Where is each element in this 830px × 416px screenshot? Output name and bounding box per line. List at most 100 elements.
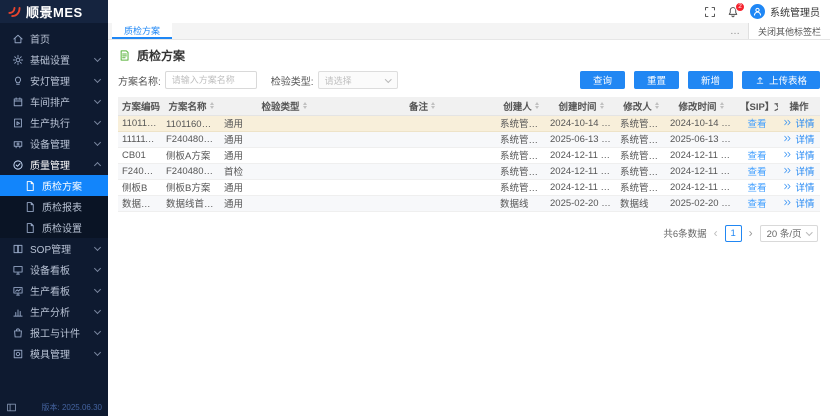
quality-icon [12,159,24,171]
tabbar-spacer [172,23,722,39]
table-row[interactable]: F2404801.06... F2404801.06.1.1 首检 系统管理员 … [118,163,820,179]
sip-view-link[interactable]: 查看 [747,151,766,162]
content: 质检方案 方案名称: 检验类型: 请选择 查询 重置 新增 上传表格 [108,40,830,416]
table-row[interactable]: 1101160080... 11011600801-DI检验... 通用 系统管… [118,115,820,131]
column-header-name[interactable]: 方案名称 [162,97,220,115]
chevron-down-icon [94,307,101,314]
double-arrow-icon [783,150,792,159]
sip-view-link[interactable]: 查看 [747,119,766,130]
total-records-label: 共6条数据 [663,226,706,240]
detail-link[interactable]: 详情 [783,180,814,194]
equipment-board-icon [12,264,24,276]
detail-link[interactable]: 详情 [783,148,814,162]
column-header-sip-file[interactable]: 【SIP】文件 [736,97,778,115]
plan-name-input[interactable] [165,71,257,89]
chevron-down-icon [94,244,101,251]
chevron-down-icon [94,349,101,356]
home-icon [12,33,24,45]
fullscreen-icon[interactable] [704,6,716,18]
workshop-schedule-icon [12,96,24,108]
column-header-modified[interactable]: 修改时间 [666,97,736,115]
detail-link[interactable]: 详情 [783,132,814,146]
sidebar-item-production-board[interactable]: 生产看板 [0,280,108,301]
page-title: 质检方案 [137,47,185,64]
sip-view-link[interactable]: 查看 [747,183,766,194]
column-header-created[interactable]: 创建时间 [546,97,616,115]
topbar: 2 系统管理员 [108,0,830,23]
next-page-button[interactable]: › [749,227,753,239]
tabbar: 质检方案 … 关闭其他标签栏 [108,23,830,40]
sort-icon [655,102,659,109]
sidebar-item-piecework[interactable]: 报工与计件 [0,322,108,343]
sidebar-item-inspection-plan[interactable]: 质检方案 [0,175,108,196]
sidebar-item-sop[interactable]: SOP管理 [0,238,108,259]
sidebar-item-workshop-schedule[interactable]: 车间排产 [0,91,108,112]
sidebar-item-mold[interactable]: 模具管理 [0,343,108,364]
collapse-sidebar-icon[interactable] [6,402,17,413]
file-icon [24,222,36,234]
logo-icon [7,4,22,19]
sidebar-item-basic-settings[interactable]: 基础设置 [0,49,108,70]
column-header-operation: 操作 [778,97,820,115]
sip-view-link[interactable]: 查看 [747,167,766,178]
sop-icon [12,243,24,255]
production-execute-icon [12,117,24,129]
sidebar-item-production-execute[interactable]: 生产执行 [0,112,108,133]
sidebar-item-home[interactable]: 首页 [0,28,108,49]
tab-inspection-plan[interactable]: 质检方案 [112,23,172,39]
sidebar-item-quality[interactable]: 质量管理 [0,154,108,175]
table-row[interactable]: 侧板B 侧板B方案 通用 系统管理员 2024-12-11 19:55:29 系… [118,179,820,195]
double-arrow-icon [783,182,792,191]
file-icon [24,201,36,213]
file-icon [24,180,36,192]
upload-icon [755,75,765,85]
production-analysis-icon [12,306,24,318]
sort-icon [720,102,724,109]
app-window: 顺景MES 首页 基础设置 安灯管理 车间排产 [0,0,830,416]
sidebar-item-equipment[interactable]: 设备管理 [0,133,108,154]
equipment-icon [12,138,24,150]
avatar [750,4,765,19]
table-header-row: 方案编码 方案名称 检验类型 备注 创建人 创建时间 修改人 修改时间 【SIP… [118,97,820,115]
column-header-code[interactable]: 方案编码 [118,97,162,115]
column-header-creator[interactable]: 创建人 [496,97,546,115]
detail-link[interactable]: 详情 [783,164,814,178]
inspection-type-label: 检验类型: [271,73,314,88]
username-label: 系统管理员 [770,4,820,19]
sort-icon [431,102,435,109]
mold-icon [12,348,24,360]
page-size-select[interactable]: 20 条/页 [760,225,818,242]
filter-toolbar: 方案名称: 检验类型: 请选择 查询 重置 新增 上传表格 [118,71,820,89]
table-row[interactable]: CB01 侧板A方案 通用 系统管理员 2024-12-11 19:54:58 … [118,147,820,163]
sip-view-link[interactable]: 查看 [747,199,766,210]
logo-bar: 顺景MES [0,0,108,23]
column-header-type[interactable]: 检验类型 [220,97,348,115]
notification-bell[interactable]: 2 [727,6,739,18]
sidebar-item-inspection-report[interactable]: 质检报表 [0,196,108,217]
detail-link[interactable]: 详情 [783,196,814,210]
tab-more-button[interactable]: … [722,23,748,39]
add-button[interactable]: 新增 [688,71,733,89]
column-header-modifier[interactable]: 修改人 [616,97,666,115]
inspection-plan-table: 方案编码 方案名称 检验类型 备注 创建人 创建时间 修改人 修改时间 【SIP… [118,97,820,212]
user-menu[interactable]: 系统管理员 [750,4,820,19]
page-number-button[interactable]: 1 [725,225,742,242]
detail-link[interactable]: 详情 [783,116,814,130]
chevron-down-icon [94,139,101,146]
table-row[interactable]: 数据线首检... 数据线首检方案 通用 数据线 2025-02-20 11:20… [118,195,820,211]
sidebar-item-production-analysis[interactable]: 生产分析 [0,301,108,322]
chevron-down-icon [94,328,101,335]
chevron-down-icon [94,286,101,293]
sidebar-item-andon[interactable]: 安灯管理 [0,70,108,91]
sidebar-item-equipment-board[interactable]: 设备看板 [0,259,108,280]
inspection-type-select[interactable]: 请选择 [318,71,398,89]
query-button[interactable]: 查询 [580,71,625,89]
upload-table-button[interactable]: 上传表格 [742,71,820,89]
reset-button[interactable]: 重置 [634,71,679,89]
close-other-tabs-button[interactable]: 关闭其他标签栏 [748,23,830,39]
piecework-icon [12,327,24,339]
column-header-remark[interactable]: 备注 [348,97,496,115]
sidebar-item-inspection-settings[interactable]: 质检设置 [0,217,108,238]
table-row[interactable]: 1111111111... F2404801.06.1.11111... 通用 … [118,131,820,147]
prev-page-button[interactable]: ‹ [714,227,718,239]
